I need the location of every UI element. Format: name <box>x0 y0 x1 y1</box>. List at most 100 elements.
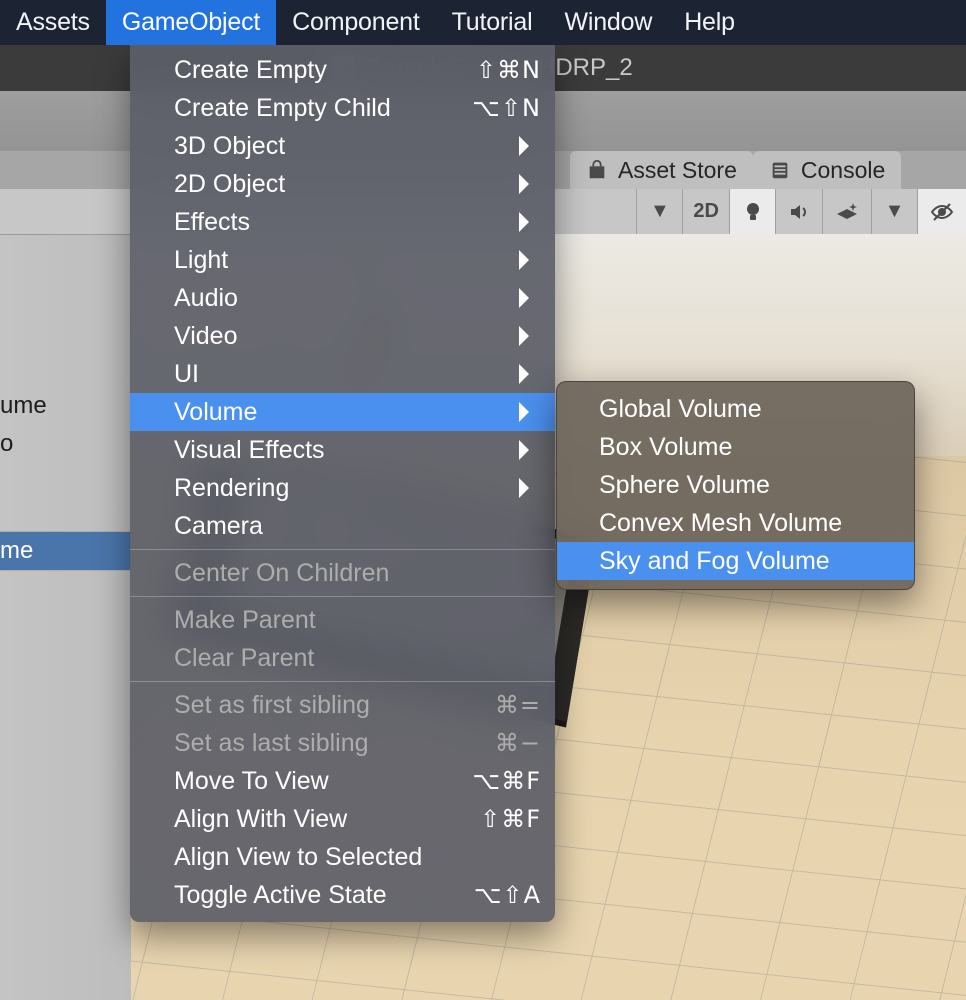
menu-item-visual-effects[interactable]: Visual Effects <box>130 431 555 469</box>
menu-item-volume[interactable]: Volume <box>130 393 555 431</box>
submenu-arrow-icon <box>519 288 539 308</box>
menu-item-set-as-last-sibling: Set as last sibling⌘− <box>130 724 555 762</box>
menu-item-align-view-to-selected[interactable]: Align View to Selected <box>130 838 555 876</box>
shopping-bag-icon <box>586 158 608 182</box>
menubar-item-component[interactable]: Component <box>276 0 435 45</box>
camera-dropdown[interactable]: ▼ <box>636 189 682 234</box>
menu-item-label: Set as first sibling <box>174 691 495 720</box>
menu-item-label: Align View to Selected <box>174 843 541 872</box>
submenu-item-sphere-volume[interactable]: Sphere Volume <box>557 466 914 504</box>
menu-item-clear-parent: Clear Parent <box>130 639 555 677</box>
hierarchy-panel: ume o me <box>0 151 131 1000</box>
menubar-item-assets[interactable]: Assets <box>0 0 106 45</box>
menu-item-label: 2D Object <box>174 170 511 199</box>
menu-item-3d-object[interactable]: 3D Object <box>130 127 555 165</box>
toggle-effects[interactable] <box>822 189 871 234</box>
submenu-arrow-icon <box>519 478 539 498</box>
menu-item-shortcut: ⌥⇧N <box>472 94 541 122</box>
menu-item-toggle-active-state[interactable]: Toggle Active State⌥⇧A <box>130 876 555 914</box>
tab-asset-store-label: Asset Store <box>618 157 737 184</box>
menubar-item-help[interactable]: Help <box>668 0 751 45</box>
menu-item-video[interactable]: Video <box>130 317 555 355</box>
submenu-item-label: Convex Mesh Volume <box>599 509 842 538</box>
submenu-arrow-icon <box>519 174 539 194</box>
menu-bar: Assets GameObject Component Tutorial Win… <box>0 0 966 45</box>
list-item[interactable]: o <box>0 425 131 463</box>
menu-item-label: Effects <box>174 208 511 237</box>
menu-separator <box>130 596 555 597</box>
submenu-item-convex-mesh-volume[interactable]: Convex Mesh Volume <box>557 504 914 542</box>
tab-console[interactable]: Console <box>753 151 901 189</box>
menu-item-effects[interactable]: Effects <box>130 203 555 241</box>
menu-item-create-empty-child[interactable]: Create Empty Child⌥⇧N <box>130 89 555 127</box>
menu-item-label: Make Parent <box>174 606 541 635</box>
menu-item-shortcut: ⌥⌘F <box>473 767 541 795</box>
menu-item-shortcut: ⌘− <box>495 729 541 757</box>
menu-item-make-parent: Make Parent <box>130 601 555 639</box>
submenu-item-label: Box Volume <box>599 433 732 462</box>
submenu-item-label: Global Volume <box>599 395 762 424</box>
menu-item-label: Audio <box>174 284 511 313</box>
volume-submenu: Global Volume Box Volume Sphere Volume Conv… <box>556 381 915 590</box>
menu-item-label: Rendering <box>174 474 511 503</box>
menu-item-label: 3D Object <box>174 132 511 161</box>
menu-item-label: Volume <box>174 398 511 427</box>
menu-separator <box>130 549 555 550</box>
menu-item-align-with-view[interactable]: Align With View⇧⌘F <box>130 800 555 838</box>
menu-item-label: Align With View <box>174 805 480 834</box>
toggle-hidden-objects[interactable] <box>917 189 966 234</box>
toggle-audio[interactable] <box>775 189 822 234</box>
submenu-arrow-icon <box>519 250 539 270</box>
menu-item-shortcut: ⌥⇧A <box>474 881 541 909</box>
menu-separator <box>130 681 555 682</box>
menu-item-shortcut: ⇧⌘F <box>480 805 541 833</box>
menu-item-ui[interactable]: UI <box>130 355 555 393</box>
menubar-item-gameobject[interactable]: GameObject <box>106 0 276 45</box>
menu-item-audio[interactable]: Audio <box>130 279 555 317</box>
hierarchy-item-label: o <box>0 430 13 458</box>
submenu-arrow-icon <box>519 364 539 384</box>
menu-item-2d-object[interactable]: 2D Object <box>130 165 555 203</box>
menubar-item-window[interactable]: Window <box>548 0 668 45</box>
hierarchy-item-label: me <box>0 537 33 565</box>
menu-item-camera[interactable]: Camera <box>130 507 555 545</box>
hierarchy-item-label: ume <box>0 392 47 420</box>
menu-item-label: Camera <box>174 512 541 541</box>
hierarchy-list: ume o me <box>0 235 131 1000</box>
menu-item-label: Create Empty <box>174 56 476 85</box>
menu-item-move-to-view[interactable]: Move To View⌥⌘F <box>130 762 555 800</box>
submenu-arrow-icon <box>519 136 539 156</box>
menu-item-light[interactable]: Light <box>130 241 555 279</box>
effects-dropdown[interactable]: ▼ <box>871 189 917 234</box>
submenu-item-global-volume[interactable]: Global Volume <box>557 390 914 428</box>
submenu-arrow-icon <box>519 440 539 460</box>
submenu-arrow-icon <box>519 326 539 346</box>
submenu-item-box-volume[interactable]: Box Volume <box>557 428 914 466</box>
tab-asset-store[interactable]: Asset Store <box>570 151 753 189</box>
menu-item-center-on-children: Center On Children <box>130 554 555 592</box>
menubar-item-tutorial[interactable]: Tutorial <box>436 0 549 45</box>
menu-item-label: Set as last sibling <box>174 729 495 758</box>
submenu-item-label: Sky and Fog Volume <box>599 547 830 576</box>
submenu-arrow-icon <box>519 402 539 422</box>
menu-item-label: Visual Effects <box>174 436 511 465</box>
menu-item-shortcut: ⇧⌘N <box>476 56 541 84</box>
menu-item-shortcut: ⌘= <box>495 691 541 719</box>
menu-item-label: Move To View <box>174 767 473 796</box>
list-item-selected[interactable]: me <box>0 532 131 570</box>
menu-item-label: Create Empty Child <box>174 94 472 123</box>
tab-console-label: Console <box>801 157 885 184</box>
menu-item-label: Center On Children <box>174 559 541 588</box>
list-item[interactable]: ume <box>0 387 131 425</box>
menu-item-create-empty[interactable]: Create Empty⇧⌘N <box>130 51 555 89</box>
submenu-arrow-icon <box>519 212 539 232</box>
menu-item-label: Toggle Active State <box>174 881 474 910</box>
menu-item-label: Clear Parent <box>174 644 541 673</box>
menu-item-label: UI <box>174 360 511 389</box>
submenu-item-sky-and-fog-volume[interactable]: Sky and Fog Volume <box>557 542 914 580</box>
submenu-item-label: Sphere Volume <box>599 471 770 500</box>
menu-item-rendering[interactable]: Rendering <box>130 469 555 507</box>
toggle-lighting[interactable] <box>729 189 775 234</box>
toggle-2d[interactable]: 2D <box>682 189 729 234</box>
menu-item-label: Video <box>174 322 511 351</box>
